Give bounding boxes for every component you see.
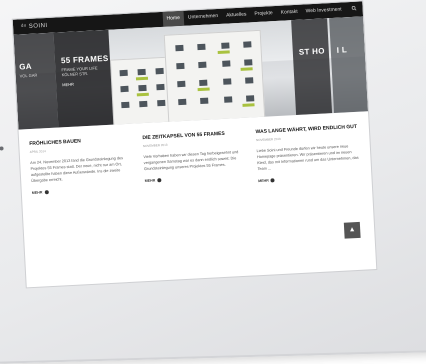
nav-item-kontakt[interactable]: Kontakt bbox=[276, 5, 302, 21]
tablet-device: ᵈᵒ SOINI Home Unternehmen Aktuelles Proj… bbox=[0, 0, 426, 364]
slide-panel-center[interactable]: 55 FRAMES FRAME YOUR LIFE KÖLNER STR. ME… bbox=[53, 29, 114, 128]
arrow-circle-icon bbox=[44, 190, 49, 195]
article-card: DIE ZEITKAPSEL VON 55 FRAMES NOVEMBER 20… bbox=[142, 130, 248, 190]
article-excerpt: Am 24. November 2013 fand die Grundstein… bbox=[30, 156, 124, 183]
tablet-screen: ᵈᵒ SOINI Home Unternehmen Aktuelles Proj… bbox=[12, 1, 377, 288]
arrow-circle-icon bbox=[270, 178, 275, 183]
read-more-label: MEHR bbox=[258, 178, 269, 184]
scroll-to-top-button[interactable]: ▲ bbox=[343, 221, 361, 239]
nav-item-aktuelles[interactable]: Aktuelles bbox=[222, 7, 251, 23]
building-main bbox=[163, 29, 266, 127]
camera-icon bbox=[0, 146, 4, 151]
hero-slider[interactable]: GA VOL GAR 55 FRAMES FRAME YOUR LIFE KÖL… bbox=[13, 16, 369, 130]
arrow-circle-icon bbox=[157, 178, 162, 183]
article-excerpt: Viele Vorhaben haben wir diesen Tag herb… bbox=[143, 150, 239, 172]
article-card: WAS LANGE WÄHRT, WIRD ENDLICH GUT NOVEMB… bbox=[255, 124, 361, 184]
read-more-label: MEHR bbox=[31, 190, 43, 195]
slide-center-title: 55 FRAMES bbox=[60, 53, 109, 66]
read-more-label: MEHR bbox=[144, 178, 156, 184]
slide-far-title: I L bbox=[336, 45, 348, 55]
article-card: FRÖHLICHES BAUEN APRIL 2014 Am 24. Novem… bbox=[29, 136, 135, 196]
search-icon[interactable] bbox=[345, 5, 362, 13]
read-more-link[interactable]: MEHR bbox=[32, 185, 136, 196]
slide-right-title: ST HO bbox=[298, 46, 325, 57]
nav-item-projekte[interactable]: Projekte bbox=[250, 6, 277, 22]
slide-panel-left[interactable]: GA VOL GAR bbox=[13, 32, 59, 130]
slide-panel-right[interactable]: ST HO bbox=[291, 18, 333, 116]
slide-left-title: GA bbox=[18, 61, 33, 72]
article-excerpt: Liebe Soini und Freunde dürfen wir heute… bbox=[256, 144, 359, 172]
nav-item-home[interactable]: Home bbox=[162, 10, 185, 27]
read-more-link[interactable]: MEHR bbox=[258, 173, 362, 184]
slide-panel-far-right[interactable]: I L bbox=[329, 16, 369, 114]
read-more-link[interactable]: MEHR bbox=[145, 173, 249, 184]
